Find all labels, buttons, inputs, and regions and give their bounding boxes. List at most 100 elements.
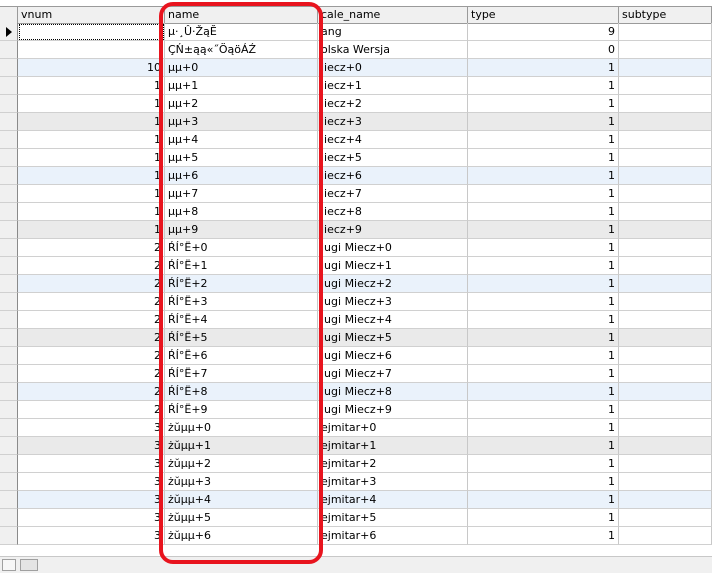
cell-vnum[interactable]: 2: [18, 365, 165, 383]
cell-type[interactable]: 1: [468, 473, 619, 491]
cell-subtype[interactable]: [619, 239, 712, 257]
cell-subtype[interactable]: [619, 203, 712, 221]
table-row[interactable]: 2 ŔÍ°Ë+1 lugi Miecz+1 1: [0, 257, 712, 275]
cell-subtype[interactable]: [619, 365, 712, 383]
table-row[interactable]: 3 żŭµµ+3 ejmitar+3 1: [0, 473, 712, 491]
cell-vnum[interactable]: 1: [18, 131, 165, 149]
cell-type[interactable]: 1: [468, 401, 619, 419]
cell-subtype[interactable]: [619, 275, 712, 293]
cell-vnum[interactable]: 1: [18, 95, 165, 113]
table-row[interactable]: 2 ŔÍ°Ë+6 lugi Miecz+6 1: [0, 347, 712, 365]
cell-type[interactable]: 1: [468, 527, 619, 545]
cell-vnum[interactable]: 2: [18, 347, 165, 365]
row-selector[interactable]: [0, 149, 18, 167]
table-row[interactable]: 1 µµ+9 liecz+9 1: [0, 221, 712, 239]
cell-name[interactable]: żŭµµ+2: [165, 455, 318, 473]
cell-type[interactable]: 1: [468, 293, 619, 311]
row-selector[interactable]: [0, 23, 18, 41]
cell-subtype[interactable]: [619, 401, 712, 419]
table-row[interactable]: 3 żŭµµ+5 ejmitar+5 1: [0, 509, 712, 527]
cell-name[interactable]: µµ+9: [165, 221, 318, 239]
cell-locale-name[interactable]: liecz+6: [318, 167, 468, 185]
cell-name[interactable]: µµ+2: [165, 95, 318, 113]
cell-subtype[interactable]: [619, 221, 712, 239]
cell-vnum[interactable]: 3: [18, 455, 165, 473]
cell-name[interactable]: ŔÍ°Ë+0: [165, 239, 318, 257]
cell-vnum[interactable]: 3: [18, 491, 165, 509]
table-row[interactable]: 1 µµ+6 liecz+6 1: [0, 167, 712, 185]
cell-vnum[interactable]: 3: [18, 473, 165, 491]
row-selector[interactable]: [0, 509, 18, 527]
cell-type[interactable]: 1: [468, 95, 619, 113]
cell-name[interactable]: µµ+3: [165, 113, 318, 131]
data-grid[interactable]: vnum name cale_name type subtype µ·¸Û·Žą…: [0, 0, 712, 556]
cell-name[interactable]: µµ+8: [165, 203, 318, 221]
cell-name[interactable]: ŔÍ°Ë+3: [165, 293, 318, 311]
row-selector[interactable]: [0, 185, 18, 203]
row-selector[interactable]: [0, 491, 18, 509]
cell-vnum[interactable]: 1: [18, 113, 165, 131]
cell-locale-name[interactable]: ang: [318, 23, 468, 41]
cell-name[interactable]: ŔÍ°Ë+8: [165, 383, 318, 401]
cell-subtype[interactable]: [619, 311, 712, 329]
cell-locale-name[interactable]: ejmitar+5: [318, 509, 468, 527]
cell-locale-name[interactable]: lugi Miecz+4: [318, 311, 468, 329]
row-selector[interactable]: [0, 113, 18, 131]
cell-vnum[interactable]: 2: [18, 311, 165, 329]
table-row[interactable]: 1 µµ+2 liecz+2 1: [0, 95, 712, 113]
cell-name[interactable]: µµ+6: [165, 167, 318, 185]
cell-subtype[interactable]: [619, 113, 712, 131]
cell-vnum[interactable]: [18, 23, 165, 41]
row-selector[interactable]: [0, 239, 18, 257]
table-row[interactable]: 1 µµ+8 liecz+8 1: [0, 203, 712, 221]
cell-locale-name[interactable]: lugi Miecz+0: [318, 239, 468, 257]
cell-name[interactable]: żŭµµ+5: [165, 509, 318, 527]
cell-subtype[interactable]: [619, 419, 712, 437]
row-selector[interactable]: [0, 275, 18, 293]
table-row[interactable]: 3 żŭµµ+1 ejmitar+1 1: [0, 437, 712, 455]
cell-locale-name[interactable]: ejmitar+0: [318, 419, 468, 437]
cell-subtype[interactable]: [619, 23, 712, 41]
cell-name[interactable]: µµ+0: [165, 59, 318, 77]
cell-vnum[interactable]: 1: [18, 167, 165, 185]
cell-type[interactable]: 1: [468, 167, 619, 185]
row-selector[interactable]: [0, 365, 18, 383]
cell-vnum[interactable]: 1: [18, 221, 165, 239]
cell-name[interactable]: ŔÍ°Ë+5: [165, 329, 318, 347]
cell-subtype[interactable]: [619, 293, 712, 311]
cell-subtype[interactable]: [619, 455, 712, 473]
row-selector[interactable]: [0, 59, 18, 77]
cell-vnum[interactable]: 2: [18, 329, 165, 347]
cell-vnum[interactable]: 3: [18, 509, 165, 527]
cell-locale-name[interactable]: liecz+3: [318, 113, 468, 131]
cell-name[interactable]: ŔÍ°Ë+7: [165, 365, 318, 383]
cell-type[interactable]: 1: [468, 329, 619, 347]
cell-subtype[interactable]: [619, 41, 712, 59]
table-row[interactable]: 2 ŔÍ°Ë+9 lugi Miecz+9 1: [0, 401, 712, 419]
cell-type[interactable]: 1: [468, 509, 619, 527]
cell-name[interactable]: żŭµµ+3: [165, 473, 318, 491]
cell-type[interactable]: 1: [468, 437, 619, 455]
table-row[interactable]: 1 µµ+7 liecz+7 1: [0, 185, 712, 203]
cell-type[interactable]: 1: [468, 185, 619, 203]
cell-type[interactable]: 1: [468, 59, 619, 77]
row-selector[interactable]: [0, 95, 18, 113]
cell-name[interactable]: µµ+4: [165, 131, 318, 149]
row-selector[interactable]: [0, 455, 18, 473]
row-selector-header[interactable]: [0, 7, 18, 23]
cell-name[interactable]: µµ+7: [165, 185, 318, 203]
row-selector[interactable]: [0, 473, 18, 491]
horizontal-scrollbar[interactable]: [0, 556, 712, 573]
cell-type[interactable]: 1: [468, 257, 619, 275]
cell-name[interactable]: ŔÍ°Ë+4: [165, 311, 318, 329]
cell-locale-name[interactable]: lugi Miecz+2: [318, 275, 468, 293]
table-row[interactable]: 2 ŔÍ°Ë+7 lugi Miecz+7 1: [0, 365, 712, 383]
table-row[interactable]: 3 żŭµµ+2 ejmitar+2 1: [0, 455, 712, 473]
cell-vnum[interactable]: 1: [18, 185, 165, 203]
cell-locale-name[interactable]: liecz+1: [318, 77, 468, 95]
cell-subtype[interactable]: [619, 347, 712, 365]
scroll-thumb[interactable]: [20, 559, 38, 571]
row-selector[interactable]: [0, 329, 18, 347]
row-selector[interactable]: [0, 167, 18, 185]
cell-vnum[interactable]: 3: [18, 527, 165, 545]
